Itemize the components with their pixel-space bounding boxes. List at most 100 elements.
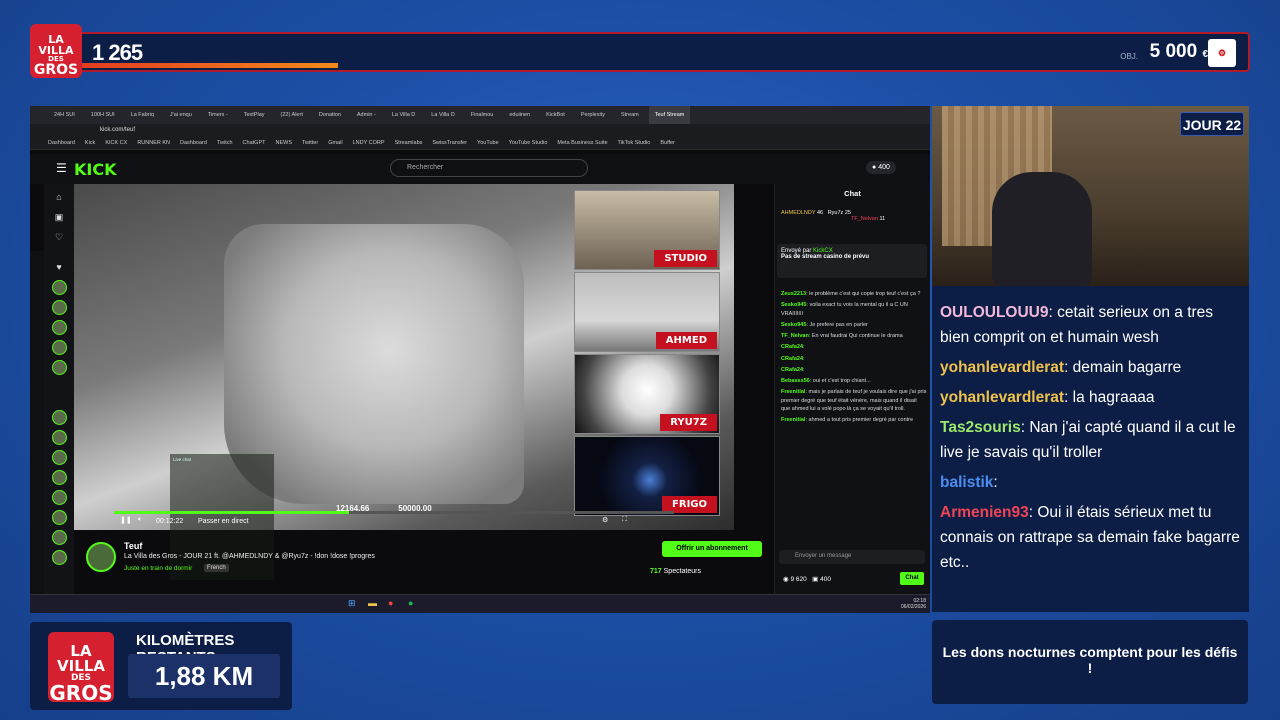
bookmark-item[interactable]: KICK CX: [105, 140, 127, 146]
chat-username[interactable]: Sesko945: [781, 302, 806, 308]
chat-send-button[interactable]: Chat: [900, 572, 924, 585]
browser-tab[interactable]: La Fabriq: [125, 112, 160, 118]
chat-username[interactable]: CRafa24: [781, 344, 803, 350]
overlay-chat-message: balistik:: [940, 470, 1241, 495]
bookmark-item[interactable]: SwissTransfer: [432, 140, 467, 146]
bookmark-item[interactable]: YouTube Studio: [509, 140, 548, 146]
browser-tab[interactable]: J'ai enqu: [164, 112, 198, 118]
bookmark-item[interactable]: Buffer: [660, 140, 675, 146]
bookmark-item[interactable]: ChatGPT: [243, 140, 266, 146]
volume-icon[interactable]: 🔈︎: [138, 516, 142, 524]
chat-username[interactable]: Freenitial: [781, 417, 805, 423]
chat-text: : Je prefere pas en parler: [806, 321, 868, 328]
viewer-count: 717 Spectateurs: [650, 568, 701, 575]
seek-bar[interactable]: [114, 511, 674, 514]
bookmark-item[interactable]: Dashboard: [48, 140, 75, 146]
bookmark-item[interactable]: LNDY CORP: [353, 140, 385, 146]
chrome-icon[interactable]: ●: [388, 598, 393, 608]
camera-grid: STUDIO AHMED RYU7Z FRIGO: [574, 190, 722, 520]
coins-badge[interactable]: ● 400: [866, 161, 896, 174]
browser-tab[interactable]: Stream: [615, 112, 645, 118]
followed-channel-avatar[interactable]: [52, 550, 67, 565]
home-icon[interactable]: ⌂: [53, 192, 65, 204]
kick-logo[interactable]: KICK: [74, 160, 117, 179]
browser-tab[interactable]: Donation: [313, 112, 347, 118]
spotify-icon[interactable]: ●: [408, 598, 413, 608]
bookmark-item[interactable]: RUNNER KN: [137, 140, 170, 146]
browser-tab[interactable]: La Villa D: [386, 112, 421, 118]
chat-username[interactable]: Freenitial: [781, 389, 805, 395]
camera-label: STUDIO: [654, 250, 717, 267]
language-tag[interactable]: French: [204, 564, 229, 572]
bookmark-item[interactable]: Streamlabs: [395, 140, 423, 146]
bookmarks-bar: Dashboard Kick KICK CX RUNNER KN Dashboard Tw…: [30, 136, 930, 150]
followed-channel-avatar[interactable]: [52, 300, 67, 315]
pinned-message[interactable]: Envoyé par KickCX Pas de stream casino d…: [777, 244, 927, 278]
bookmark-item[interactable]: Meta Business Suite: [557, 140, 607, 146]
browser-tab[interactable]: 100H SUI: [85, 112, 121, 118]
heart-icon[interactable]: ♥: [53, 262, 65, 274]
followed-channel-avatar[interactable]: [52, 490, 67, 505]
pause-icon[interactable]: ❚❚: [120, 516, 132, 524]
menu-icon[interactable]: ☰: [56, 161, 67, 175]
bookmark-item[interactable]: Kick: [85, 140, 95, 146]
chat-username[interactable]: Zeus2213: [781, 291, 806, 297]
settings-icon[interactable]: ⚙: [602, 516, 608, 524]
file-explorer-icon[interactable]: ▬: [368, 598, 377, 608]
followed-channel-avatar[interactable]: [52, 450, 67, 465]
address-bar[interactable]: kick.com/teuf: [30, 124, 930, 136]
browse-icon[interactable]: ▣: [53, 212, 65, 224]
chat-input[interactable]: Envoyer un message: [779, 550, 925, 564]
camera-studio[interactable]: STUDIO: [574, 190, 720, 270]
browser-tab[interactable]: Teuf Stream: [648, 106, 691, 124]
bookmark-item[interactable]: Twitch: [217, 140, 233, 146]
fullscreen-icon[interactable]: ⛶: [622, 516, 627, 524]
chat-username[interactable]: Sesko945: [781, 322, 806, 328]
followed-channel-avatar[interactable]: [52, 340, 67, 355]
following-icon[interactable]: ♡: [53, 232, 65, 244]
camera-frigo[interactable]: FRIGO: [574, 436, 720, 516]
browser-tab[interactable]: KickBot: [540, 112, 571, 118]
followed-channel-avatar[interactable]: [52, 320, 67, 335]
bookmark-item[interactable]: Twitter: [302, 140, 318, 146]
video-player[interactable]: STUDIO AHMED RYU7Z FRIGO Live chat: [74, 184, 734, 580]
browser-tab[interactable]: Perplexity: [575, 112, 611, 118]
overlay-chat-username: Armenien93: [940, 504, 1029, 521]
chat-username[interactable]: TF_Nelvan: [781, 333, 809, 339]
chat-username[interactable]: CRafa24: [781, 356, 803, 362]
browser-tab[interactable]: TextPlay: [238, 112, 271, 118]
chat-username[interactable]: Bebasss56: [781, 378, 810, 384]
followed-channel-avatar[interactable]: [52, 430, 67, 445]
followed-channel-avatar[interactable]: [52, 360, 67, 375]
browser-tab[interactable]: Finalmou: [465, 112, 500, 118]
bookmark-item[interactable]: Gmail: [328, 140, 342, 146]
browser-tab[interactable]: eduiinen: [503, 112, 536, 118]
search-input[interactable]: Rechercher: [390, 159, 588, 177]
browser-tab[interactable]: La Villa D: [425, 112, 460, 118]
followed-channel-avatar[interactable]: [52, 470, 67, 485]
chat-username[interactable]: CRafa24: [781, 367, 803, 373]
bookmark-item[interactable]: NEWS: [275, 140, 292, 146]
browser-tab[interactable]: 24H SUI: [48, 112, 81, 118]
browser-tab[interactable]: (22) Alert: [275, 112, 309, 118]
browser-tab[interactable]: Admin -: [351, 112, 382, 118]
stream-category[interactable]: Juste en train de dormir: [124, 565, 192, 572]
windows-start-icon[interactable]: ⊞: [348, 598, 356, 609]
followed-channel-avatar[interactable]: [52, 530, 67, 545]
streamer-avatar[interactable]: [86, 542, 116, 572]
bookmark-item[interactable]: TikTok Studio: [618, 140, 651, 146]
bookmark-item[interactable]: Dashboard: [180, 140, 207, 146]
followed-channel-avatar[interactable]: [52, 280, 67, 295]
followed-channel-avatar[interactable]: [52, 510, 67, 525]
camera-ryu7z[interactable]: RYU7Z: [574, 354, 720, 434]
bookmark-item[interactable]: YouTube: [477, 140, 499, 146]
chat-text: :: [803, 355, 805, 362]
gift-sub-button[interactable]: Offrir un abonnement: [662, 541, 762, 557]
chat-message: Zeus2213: le problème c'est qui copie tr…: [781, 290, 927, 298]
overlay-chat-message: yohanlevardlerat: demain bagarre: [940, 355, 1241, 380]
go-live-button[interactable]: Passer en direct: [198, 518, 249, 525]
followed-channel-avatar[interactable]: [52, 410, 67, 425]
browser-tab[interactable]: Timers -: [202, 112, 234, 118]
streamer-name[interactable]: Teuf: [124, 541, 142, 551]
camera-ahmed[interactable]: AHMED: [574, 272, 720, 352]
